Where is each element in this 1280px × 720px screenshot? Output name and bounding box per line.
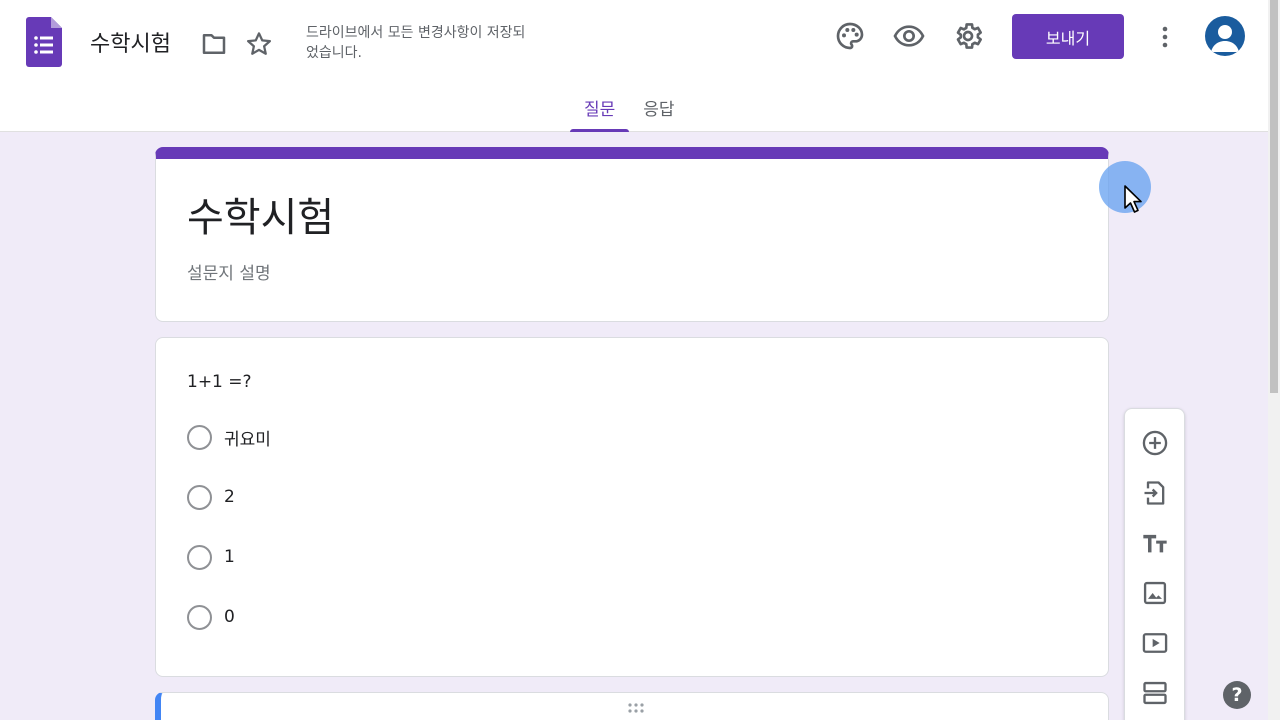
more-vert-icon[interactable] [1152, 22, 1178, 52]
save-status-text: 드라이브에서 모든 변경사항이 저장되었습니다. [306, 25, 526, 61]
eye-icon[interactable] [893, 20, 925, 52]
folder-icon[interactable] [199, 29, 229, 59]
floating-toolbar [1124, 408, 1185, 720]
radio-button[interactable] [187, 484, 212, 510]
question-card[interactable]: 1+1 =? 귀요미 2 1 0 [155, 337, 1109, 677]
app-header: 수학시험 드라이브에서 모든 변경사항이 저장되었습니다. 보내기 질문 응답 [0, 0, 1268, 132]
option-item[interactable]: 0 [187, 604, 235, 630]
forms-app-icon[interactable] [26, 17, 62, 67]
option-label: 2 [224, 487, 235, 507]
account-icon[interactable] [1205, 16, 1245, 56]
tab-responses[interactable]: 응답 [629, 83, 688, 132]
import-questions-icon[interactable] [1140, 478, 1170, 508]
radio-button[interactable] [187, 604, 212, 630]
form-description-field[interactable]: 설문지 설명 [187, 259, 271, 284]
tab-questions[interactable]: 질문 [570, 83, 630, 132]
help-icon[interactable]: ? [1223, 681, 1251, 709]
option-item[interactable]: 2 [187, 484, 235, 510]
tab-bar: 질문 응답 [570, 83, 689, 132]
question-title[interactable]: 1+1 =? [187, 372, 252, 392]
scrollbar-thumb[interactable] [1270, 0, 1278, 393]
star-icon[interactable] [244, 29, 274, 59]
document-title[interactable]: 수학시험 [90, 26, 171, 58]
add-image-icon[interactable] [1140, 578, 1170, 608]
option-item[interactable]: 귀요미 [187, 424, 271, 450]
mouse-cursor-icon [1123, 184, 1145, 214]
palette-icon[interactable] [834, 20, 866, 52]
radio-button[interactable] [187, 544, 212, 570]
form-title-card[interactable]: 수학시험 설문지 설명 [155, 147, 1109, 322]
next-question-card[interactable] [155, 692, 1109, 720]
add-section-icon[interactable] [1140, 678, 1170, 708]
option-label: 1 [224, 547, 235, 567]
scrollbar[interactable] [1268, 0, 1280, 720]
option-label: 귀요미 [224, 429, 271, 450]
form-title[interactable]: 수학시험 [187, 185, 334, 243]
option-label: 0 [224, 607, 235, 627]
drag-handle-icon[interactable] [627, 701, 649, 715]
radio-button[interactable] [187, 424, 212, 450]
gear-icon[interactable] [952, 20, 984, 52]
option-item[interactable]: 1 [187, 544, 235, 570]
add-title-icon[interactable] [1140, 528, 1170, 558]
add-question-icon[interactable] [1140, 428, 1170, 458]
send-button[interactable]: 보내기 [1012, 14, 1124, 59]
add-video-icon[interactable] [1140, 628, 1170, 658]
